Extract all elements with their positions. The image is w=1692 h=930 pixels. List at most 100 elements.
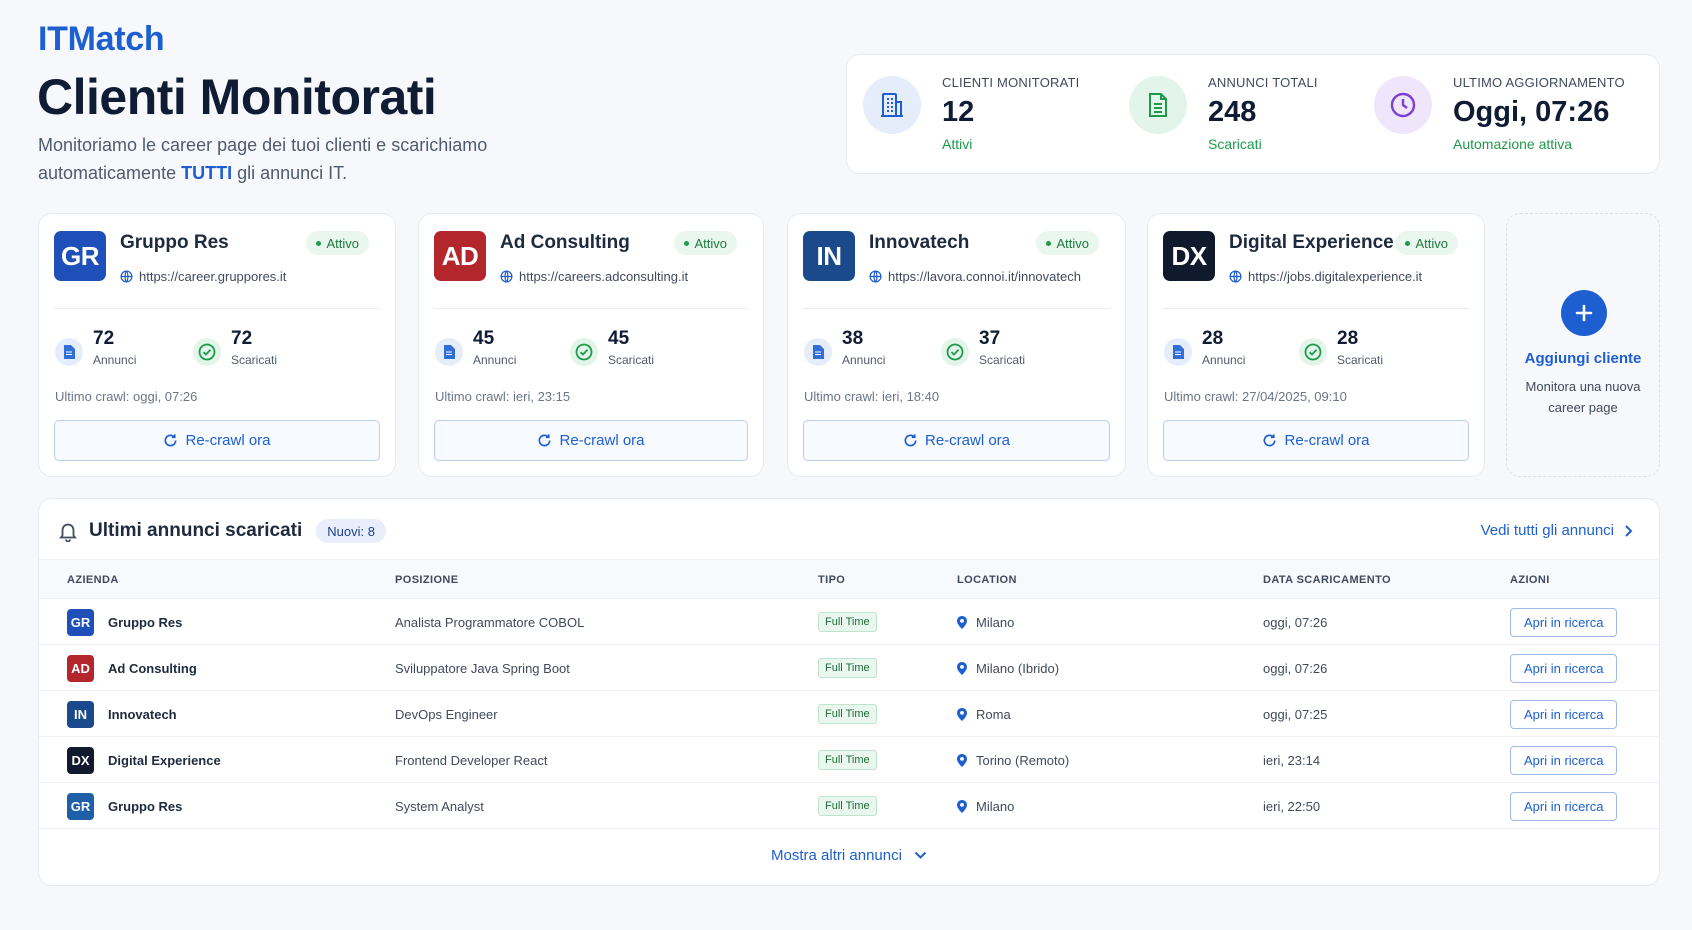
status-badge: Attivo (674, 231, 737, 255)
check-circle-icon (941, 338, 969, 366)
stat-label: ANNUNCI TOTALI (1208, 75, 1318, 90)
open-in-search-button[interactable]: Apri in ricerca (1510, 699, 1618, 729)
document-icon (55, 338, 83, 366)
position-cell: Frontend Developer React (395, 752, 548, 768)
globe-icon (869, 270, 882, 283)
position-cell: Analista Programmatore COBOL (395, 614, 585, 630)
client-logo: DX (1163, 231, 1215, 281)
type-cell: Full Time (818, 599, 877, 645)
check-circle-icon (570, 338, 598, 366)
status-dot-icon (1046, 240, 1052, 246)
recrawl-button[interactable]: Re-crawl ora (434, 420, 748, 461)
column-header: TIPO (818, 574, 846, 586)
status-badge: Attivo (306, 231, 369, 255)
map-pin-icon (957, 753, 967, 767)
location-cell: Milano (957, 783, 1014, 829)
stat-label: ULTIMO AGGIORNAMENTO (1453, 75, 1625, 90)
metric-value: 45 (608, 328, 630, 349)
company-name: Digital Experience (108, 752, 221, 768)
refresh-icon (539, 434, 551, 447)
recrawl-button[interactable]: Re-crawl ora (1163, 420, 1469, 461)
recrawl-label: Re-crawl ora (185, 432, 271, 449)
client-url[interactable]: https://jobs.digitalexperience.it (1229, 269, 1422, 284)
metric-label: Scaricati (608, 353, 655, 367)
last-crawl: Ultimo crawl: 27/04/2025, 09:10 (1164, 389, 1347, 404)
metric-label: Scaricati (1337, 353, 1384, 367)
stat-sub: Attivi (942, 136, 973, 152)
status-dot-icon (684, 240, 690, 246)
open-in-search-button[interactable]: Apri in ricerca (1510, 791, 1618, 821)
location-text: Milano (976, 798, 1015, 814)
column-header: AZIONI (1510, 574, 1550, 586)
actions-cell: Apri in ricerca (1510, 691, 1618, 737)
recrawl-button[interactable]: Re-crawl ora (803, 420, 1110, 461)
add-client-title[interactable]: Aggiungi cliente (1507, 350, 1659, 367)
actions-cell: Apri in ricerca (1510, 737, 1618, 783)
table-row: GR Gruppo Res System Analyst Full Time Mi… (39, 783, 1659, 829)
metric-value: 72 (231, 328, 253, 349)
location-text: Roma (976, 706, 1011, 722)
company-logo: IN (67, 700, 94, 728)
map-pin-icon (957, 799, 967, 813)
company-cell: DX Digital Experience (67, 737, 221, 783)
client-url-text: https://jobs.digitalexperience.it (1248, 269, 1423, 284)
client-url[interactable]: https://career.gruppores.it (120, 269, 286, 284)
status-badge: Attivo (1036, 231, 1099, 255)
client-name: Gruppo Res (120, 232, 229, 253)
last-crawl: Ultimo crawl: ieri, 18:40 (804, 389, 940, 404)
metric-label: Scaricati (231, 353, 278, 367)
last-crawl: Ultimo crawl: oggi, 07:26 (55, 389, 198, 404)
company-cell: GR Gruppo Res (67, 599, 182, 645)
company-logo: DX (67, 746, 94, 774)
location-cell: Milano (Ibrido) (957, 645, 1059, 691)
stat-sub: Automazione attiva (1453, 136, 1573, 152)
open-in-search-button[interactable]: Apri in ricerca (1510, 745, 1618, 775)
client-logo: AD (434, 231, 486, 281)
position-cell: System Analyst (395, 798, 484, 814)
client-name: Ad Consulting (500, 232, 630, 253)
refresh-icon (165, 434, 177, 447)
show-more-label: Mostra altri annunci (771, 847, 902, 864)
company-name: Gruppo Res (108, 798, 183, 814)
card-divider (434, 308, 748, 309)
company-cell: GR Gruppo Res (67, 783, 182, 829)
column-header: AZIENDA (67, 574, 119, 586)
show-more-ads-button[interactable]: Mostra altri annunci (39, 847, 1659, 864)
open-in-search-button[interactable]: Apri in ricerca (1510, 653, 1618, 683)
actions-cell: Apri in ricerca (1510, 645, 1618, 691)
type-cell: Full Time (818, 737, 877, 783)
plus-icon[interactable] (1561, 290, 1607, 336)
type-cell: Full Time (818, 691, 877, 737)
see-all-ads-link[interactable]: Vedi tutti gli annunci (1481, 522, 1633, 539)
column-header: DATA SCARICAMENTO (1263, 574, 1391, 586)
client-url[interactable]: https://careers.adconsulting.it (500, 269, 688, 284)
brand-logo: ITMatch (38, 20, 165, 58)
date-cell: ieri, 22:50 (1263, 798, 1321, 814)
client-url-text: https://lavora.connoi.it/innovatech (888, 269, 1081, 284)
page-subtitle: Monitoriamo le career page dei tuoi clie… (38, 131, 558, 187)
open-in-search-button[interactable]: Apri in ricerca (1510, 607, 1618, 637)
document-icon (804, 338, 832, 366)
type-badge: Full Time (818, 612, 877, 632)
new-count-badge: Nuovi: 8 (316, 519, 386, 543)
document-icon (1164, 338, 1192, 366)
card-divider (803, 308, 1110, 309)
metric-value: 28 (1202, 328, 1224, 349)
metric-label: Annunci (842, 353, 886, 367)
recrawl-button[interactable]: Re-crawl ora (54, 420, 380, 461)
map-pin-icon (957, 615, 967, 629)
type-cell: Full Time (818, 645, 877, 691)
add-client-description: Monitora una nuova career page (1525, 379, 1641, 415)
client-name: Innovatech (869, 232, 970, 253)
date-cell: oggi, 07:26 (1263, 660, 1328, 676)
add-client-card[interactable]: Aggiungi cliente Monitora una nuova care… (1506, 213, 1660, 477)
status-badge: Attivo (1395, 231, 1458, 255)
status-dot-icon (316, 240, 322, 246)
table-row: AD Ad Consulting Sviluppatore Java Spring… (39, 645, 1659, 691)
client-url[interactable]: https://lavora.connoi.it/innovatech (869, 269, 1081, 284)
table-row: GR Gruppo Res Analista Programmatore COBO… (39, 599, 1659, 645)
stat-value: Oggi, 07:26 (1453, 96, 1610, 128)
company-cell: AD Ad Consulting (67, 645, 197, 691)
check-circle-icon (1299, 338, 1327, 366)
metric-value: 72 (93, 328, 115, 349)
